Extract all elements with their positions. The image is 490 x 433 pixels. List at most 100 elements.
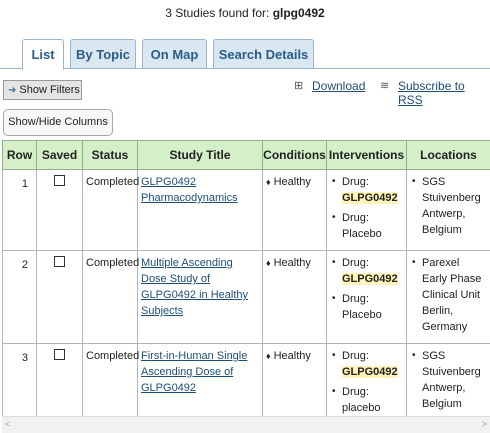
intervention-item: •Drug: GLPG0492 (330, 255, 403, 287)
tab-by-topic[interactable]: By Topic (70, 39, 136, 68)
table-row: 3 Completed First-in-Human Single Ascend… (3, 344, 490, 425)
location-city: Berlin, (422, 305, 453, 317)
row-number: 1 (3, 170, 37, 251)
row-number: 3 (3, 344, 37, 425)
conditions-cell: ♦Healthy (263, 251, 327, 344)
conditions-cell: ♦Healthy (263, 170, 327, 251)
location-country: Belgium (422, 398, 462, 410)
tab-search-details[interactable]: Search Details (213, 39, 314, 68)
saved-cell (37, 251, 83, 344)
bullet-icon: • (330, 255, 342, 271)
location-item: •Parexel Early Phase Clinical UnitBerlin… (410, 255, 487, 335)
study-title-link[interactable]: First-in-Human Single Ascending Dose of … (141, 350, 247, 394)
intervention-item: •Drug:placebo (330, 384, 403, 416)
subscribe-rss-link[interactable]: Subscribe to RSS (398, 79, 490, 107)
scroll-right-icon[interactable]: > (482, 419, 487, 429)
results-summary: 3 Studies found for: glpg0492 (0, 6, 490, 20)
study-title-link[interactable]: GLPG0492 Pharmacodynamics (141, 176, 238, 204)
save-checkbox[interactable] (54, 256, 65, 267)
study-title-cell: Multiple Ascending Dose Study of GLPG049… (138, 251, 263, 344)
bullet-icon: • (410, 348, 422, 364)
interventions-cell: •Drug:GLPG0492 •Drug:placebo (327, 344, 407, 425)
intervention-name: Placebo (342, 309, 382, 321)
condition-text: Healthy (274, 350, 311, 362)
tab-list[interactable]: List (22, 39, 64, 70)
intervention-type: Drug: (342, 293, 369, 305)
intervention-item: •Drug:Placebo (330, 291, 403, 323)
intervention-name: GLPG0492 (342, 192, 398, 204)
intervention-item: •Drug:GLPG0492 (330, 348, 403, 380)
study-title-cell: GLPG0492 Pharmacodynamics (138, 170, 263, 251)
conditions-cell: ♦Healthy (263, 344, 327, 425)
title-text: First-in-Human Single Ascending Dose of (141, 350, 247, 378)
title-highlight: GLPG0492 (141, 289, 196, 301)
intervention-name: GLPG0492 (342, 273, 398, 285)
location-city: Antwerp, (422, 208, 465, 220)
locations-cell: •SGS StuivenbergAntwerp,Belgium (407, 170, 490, 251)
study-title-cell: First-in-Human Single Ascending Dose of … (138, 344, 263, 425)
row-number: 2 (3, 251, 37, 344)
column-header-saved[interactable]: Saved (37, 141, 83, 170)
interventions-cell: •Drug:GLPG0492 •Drug:Placebo (327, 170, 407, 251)
download-link[interactable]: Download (312, 79, 365, 93)
bullet-icon: ♦ (266, 258, 271, 268)
location-country: Belgium (422, 224, 462, 236)
view-tabs: List By Topic On Map Search Details (0, 39, 490, 69)
column-header-interventions[interactable]: Interventions (327, 141, 407, 170)
table-row: 1 Completed GLPG0492 Pharmacodynamics ♦H… (3, 170, 490, 251)
save-checkbox[interactable] (54, 349, 65, 360)
location-item: •SGS StuivenbergAntwerp,Belgium (410, 174, 487, 238)
intervention-type: Drug: (342, 350, 369, 362)
show-filters-button[interactable]: ➜Show Filters (3, 80, 82, 100)
study-title-link[interactable]: Multiple Ascending Dose Study of GLPG049… (141, 257, 248, 317)
saved-cell (37, 170, 83, 251)
location-item: •SGS Stuivenberg Antwerp, Belgium (410, 348, 487, 412)
column-header-row[interactable]: Row (3, 141, 37, 170)
locations-cell: •SGS Stuivenberg Antwerp, Belgium (407, 344, 490, 425)
search-query: glpg0492 (273, 6, 325, 20)
intervention-type: Drug: (342, 212, 369, 224)
arrow-right-icon: ➜ (8, 85, 16, 96)
column-header-locations[interactable]: Locations (407, 141, 490, 170)
table-row: 2 Completed Multiple Ascending Dose Stud… (3, 251, 490, 344)
rss-icon: ≋ (380, 79, 389, 92)
condition-text: Healthy (274, 257, 311, 269)
intervention-name: Placebo (342, 228, 382, 240)
bullet-icon: • (330, 174, 342, 190)
condition-text: Healthy (274, 176, 311, 188)
horizontal-scrollbar[interactable]: < > (2, 416, 490, 433)
show-filters-label: Show Filters (19, 84, 80, 96)
results-table: Row Saved Status Study Title Conditions … (2, 140, 490, 425)
save-checkbox[interactable] (54, 175, 65, 186)
table-header-row: Row Saved Status Study Title Conditions … (3, 141, 490, 170)
bullet-icon: • (330, 210, 342, 226)
intervention-name: GLPG0492 (342, 366, 398, 378)
saved-cell (37, 344, 83, 425)
location-name: SGS Stuivenberg (422, 176, 481, 204)
intervention-type: Drug: (342, 257, 369, 269)
intervention-type: Drug: (342, 176, 369, 188)
results-count-text: 3 Studies found for: (165, 6, 272, 20)
location-city: Antwerp, (422, 382, 465, 394)
column-header-conditions[interactable]: Conditions (263, 141, 327, 170)
status-text: Completed (83, 170, 138, 251)
intervention-name: placebo (342, 402, 381, 414)
locations-cell: •Parexel Early Phase Clinical UnitBerlin… (407, 251, 490, 344)
location-name: SGS Stuivenberg (422, 350, 481, 378)
status-text: Completed (83, 251, 138, 344)
location-country: Germany (422, 321, 467, 333)
column-header-status[interactable]: Status (83, 141, 138, 170)
column-header-study-title[interactable]: Study Title (138, 141, 263, 170)
bullet-icon: ♦ (266, 351, 271, 361)
title-highlight: GLPG0492 (141, 382, 196, 394)
show-hide-columns-button[interactable]: Show/Hide Columns (3, 109, 113, 136)
tab-on-map[interactable]: On Map (142, 39, 207, 68)
bullet-icon: • (410, 255, 422, 271)
scroll-left-icon[interactable]: < (5, 419, 10, 429)
download-icon: ⊞ (294, 79, 303, 92)
status-text: Completed (83, 344, 138, 425)
intervention-item: •Drug: Placebo (330, 210, 403, 242)
intervention-item: •Drug: GLPG0492 (330, 174, 403, 206)
intervention-type: Drug: (342, 386, 369, 398)
bullet-icon: ♦ (266, 177, 271, 187)
